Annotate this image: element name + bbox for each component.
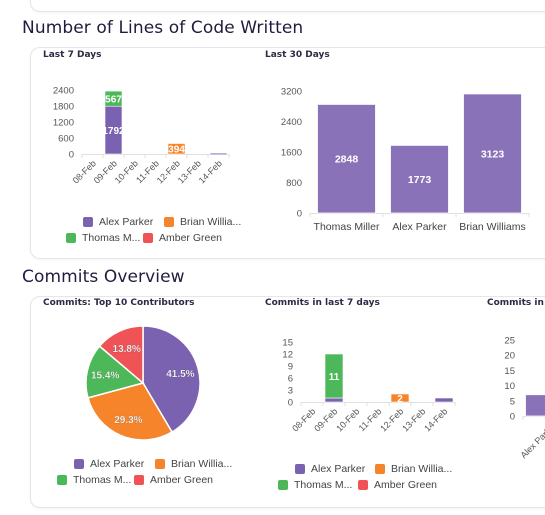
pie-label: 13.8% bbox=[113, 344, 141, 355]
y-tick-label: 25 bbox=[504, 336, 515, 347]
data-label: 2 bbox=[397, 394, 403, 405]
x-tick-label: 09-Feb bbox=[312, 406, 339, 433]
y-tick-label: 5 bbox=[510, 396, 515, 407]
legend-label: Amber Green bbox=[159, 232, 223, 244]
legend-item-brian[interactable]: Brian Willia... bbox=[164, 216, 241, 228]
y-tick-label: 6 bbox=[288, 374, 293, 385]
legend-item-thomas[interactable]: Thomas M... bbox=[57, 474, 131, 486]
legend-item-thomas[interactable]: Thomas M... bbox=[278, 479, 352, 491]
y-tick-label: 12 bbox=[282, 350, 293, 361]
panel-title-commits-30-days: Commits in bbox=[487, 298, 544, 308]
data-label: 1773 bbox=[408, 174, 432, 186]
legend-label: Amber Green bbox=[150, 474, 214, 486]
legend-swatch bbox=[278, 480, 288, 490]
panel-title-commits-7-days: Commits in last 7 days bbox=[265, 298, 380, 308]
y-tick-label: 600 bbox=[58, 134, 74, 145]
x-tick-label: Brian Williams bbox=[459, 221, 526, 233]
y-tick-label: 1800 bbox=[53, 102, 74, 113]
legend-swatch bbox=[57, 475, 67, 485]
legend-swatch bbox=[164, 217, 174, 227]
bar-segment bbox=[324, 397, 344, 403]
chart-commits-pie: 41.5% 29.3% 15.4% 13.8% bbox=[85, 325, 201, 441]
pie-label: 29.3% bbox=[114, 415, 142, 426]
pie-label: 15.4% bbox=[91, 371, 119, 382]
legend-item-alex[interactable]: Alex Parker bbox=[83, 216, 153, 228]
y-tick-label: 9 bbox=[288, 362, 293, 373]
legend-swatch bbox=[83, 217, 93, 227]
y-tick-label: 1200 bbox=[53, 118, 74, 129]
panel-title-last-30-days: Last 30 Days bbox=[265, 50, 330, 60]
x-tick-label: Alex Parker bbox=[518, 420, 545, 460]
chart-loc-last-7-days: 060012001800240008-Feb09-Feb179256710-Fe… bbox=[53, 86, 230, 186]
legend-swatch bbox=[74, 459, 84, 469]
legend-item-alex[interactable]: Alex Parker bbox=[295, 463, 365, 475]
y-tick-label: 15 bbox=[504, 366, 515, 377]
legend-label: Alex Parker bbox=[311, 463, 366, 475]
legend-label: Alex Parker bbox=[99, 216, 154, 228]
legend-swatch bbox=[375, 464, 385, 474]
x-tick-label: Alex Parker bbox=[392, 221, 447, 233]
x-tick-label: 10-Feb bbox=[334, 406, 361, 433]
legend-item-brian[interactable]: Brian Willia... bbox=[375, 463, 452, 475]
legend-label: Brian Willia... bbox=[180, 216, 242, 228]
y-tick-label: 1600 bbox=[281, 148, 302, 159]
y-tick-label: 3200 bbox=[281, 87, 302, 98]
legend-item-alex[interactable]: Alex Parker bbox=[74, 458, 144, 470]
y-tick-label: 2400 bbox=[53, 86, 74, 97]
x-tick-label: 14-Feb bbox=[197, 158, 224, 185]
y-tick-label: 0 bbox=[288, 398, 293, 409]
data-label: 567 bbox=[105, 95, 122, 106]
x-tick-label: 13-Feb bbox=[400, 406, 427, 433]
legend-swatch bbox=[295, 464, 305, 474]
x-tick-label: 14-Feb bbox=[422, 406, 449, 433]
chart-commits-last-30-days: 0 5 10 15 20 25 Alex Parker bbox=[504, 336, 545, 460]
y-tick-label: 0 bbox=[69, 150, 74, 161]
data-label: 394 bbox=[168, 145, 185, 156]
legend-label: Thomas M... bbox=[294, 479, 353, 491]
legend-item-amber[interactable]: Amber Green bbox=[134, 474, 213, 486]
x-tick-label: Thomas Miller bbox=[314, 221, 380, 233]
y-tick-label: 3 bbox=[288, 386, 293, 397]
bar bbox=[525, 394, 545, 417]
chart-loc-last-30-days: 0 800 1600 2400 3200 Thomas Miller 2848 Alex Pa… bbox=[281, 87, 530, 233]
data-label: 11 bbox=[329, 372, 340, 383]
x-tick-label: 10-Feb bbox=[113, 158, 140, 185]
y-tick-label: 2400 bbox=[281, 117, 302, 128]
y-tick-label: 0 bbox=[510, 412, 515, 423]
legend-item-amber[interactable]: Amber Green bbox=[143, 232, 222, 244]
legend-swatch bbox=[134, 475, 144, 485]
legend-swatch bbox=[155, 459, 165, 469]
data-label: 3123 bbox=[481, 148, 505, 160]
x-tick-label: 08-Feb bbox=[290, 406, 317, 433]
legend-label: Thomas M... bbox=[82, 232, 141, 244]
y-tick-label: 20 bbox=[504, 351, 515, 362]
section-title-loc: Number of Lines of Code Written bbox=[22, 18, 304, 38]
y-tick-label: 0 bbox=[297, 209, 302, 220]
legend-item-thomas[interactable]: Thomas M... bbox=[66, 232, 140, 244]
x-tick-label: 12-Feb bbox=[378, 406, 405, 433]
data-label: 1792 bbox=[102, 126, 125, 137]
section-title-commits: Commits Overview bbox=[22, 267, 185, 287]
panel-title-top-contributors: Commits: Top 10 Contributors bbox=[43, 298, 195, 308]
data-label: 2848 bbox=[335, 154, 359, 166]
chart-commits-last-7-days: 0369121508-Feb09-Feb1110-Feb11-Feb12-Feb… bbox=[282, 338, 456, 434]
y-tick-label: 10 bbox=[504, 381, 515, 392]
panel-title-last-7-days: Last 7 Days bbox=[43, 50, 102, 60]
y-tick-label: 15 bbox=[282, 338, 293, 349]
legend-item-amber[interactable]: Amber Green bbox=[358, 479, 437, 491]
bar-segment bbox=[209, 152, 228, 155]
y-tick-label: 800 bbox=[286, 178, 302, 189]
legend-swatch bbox=[143, 233, 153, 243]
legend-label: Alex Parker bbox=[90, 458, 145, 470]
legend-label: Brian Willia... bbox=[171, 458, 233, 470]
pie-label: 41.5% bbox=[166, 369, 194, 380]
legend-label: Brian Willia... bbox=[391, 463, 453, 475]
previous-card bbox=[30, 0, 545, 12]
bar-segment bbox=[434, 397, 454, 403]
legend-label: Thomas M... bbox=[73, 474, 132, 486]
legend-label: Amber Green bbox=[374, 479, 438, 491]
legend-swatch bbox=[358, 480, 368, 490]
legend-item-brian[interactable]: Brian Willia... bbox=[155, 458, 232, 470]
legend-swatch bbox=[66, 233, 76, 243]
